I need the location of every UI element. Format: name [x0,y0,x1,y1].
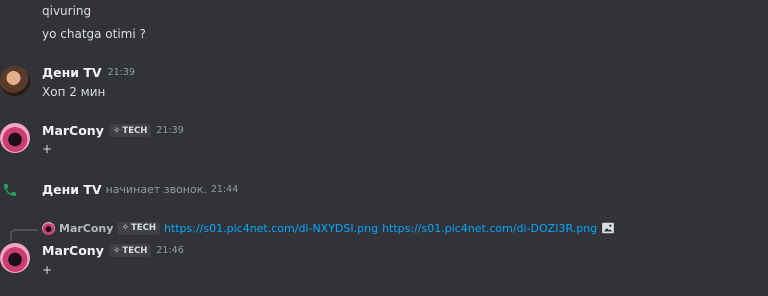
call-system-message: Дени TV начинает звонок. 21:44 [42,182,238,197]
sparkle-icon: ✧ [112,125,121,136]
avatar[interactable] [0,66,30,96]
reply-link[interactable]: https://s01.pic4net.com/di-NXYDSI.png [164,222,378,235]
timestamp: 21:39 [156,125,184,136]
username[interactable]: Дени TV [42,182,102,197]
message-header: MarCony ✧ TECH 21:39 [42,123,184,138]
timestamp: 21:39 [107,67,135,78]
reply-connector [10,229,38,241]
server-tag-label: TECH [122,245,148,256]
message-text: + [42,142,53,156]
message-text: yo chatga otimi ? [42,27,146,41]
phone-icon [2,182,18,198]
avatar[interactable] [0,123,30,153]
sparkle-icon: ✧ [112,245,121,256]
sparkle-icon: ✧ [121,223,129,233]
reply-preview[interactable]: MarCony ✧ TECH https://s01.pic4net.com/d… [42,221,615,235]
server-tag-label: TECH [130,223,156,233]
message-text: qivuring [42,4,92,18]
avatar[interactable] [0,243,30,273]
username[interactable]: MarCony [42,123,104,138]
image-icon[interactable] [601,221,615,235]
server-tag[interactable]: ✧ TECH [108,244,152,257]
reply-username[interactable]: MarCony [59,222,113,235]
timestamp: 21:46 [156,245,184,256]
message-header: MarCony ✧ TECH 21:46 [42,243,184,258]
timestamp: 21:44 [210,184,239,195]
username[interactable]: MarCony [42,243,104,258]
server-tag[interactable]: ✧ TECH [117,221,160,235]
server-tag[interactable]: ✧ TECH [108,124,152,137]
message-text: + [42,263,53,277]
call-action-text: начинает звонок. [105,183,207,196]
username[interactable]: Дени TV [42,65,102,80]
message-text: Хоп 2 мин [42,85,106,99]
avatar [42,221,55,235]
server-tag-label: TECH [122,125,148,136]
message-header: Дени TV 21:39 [42,65,135,80]
reply-link[interactable]: https://s01.pic4net.com/di-DOZI3R.png [382,222,597,235]
